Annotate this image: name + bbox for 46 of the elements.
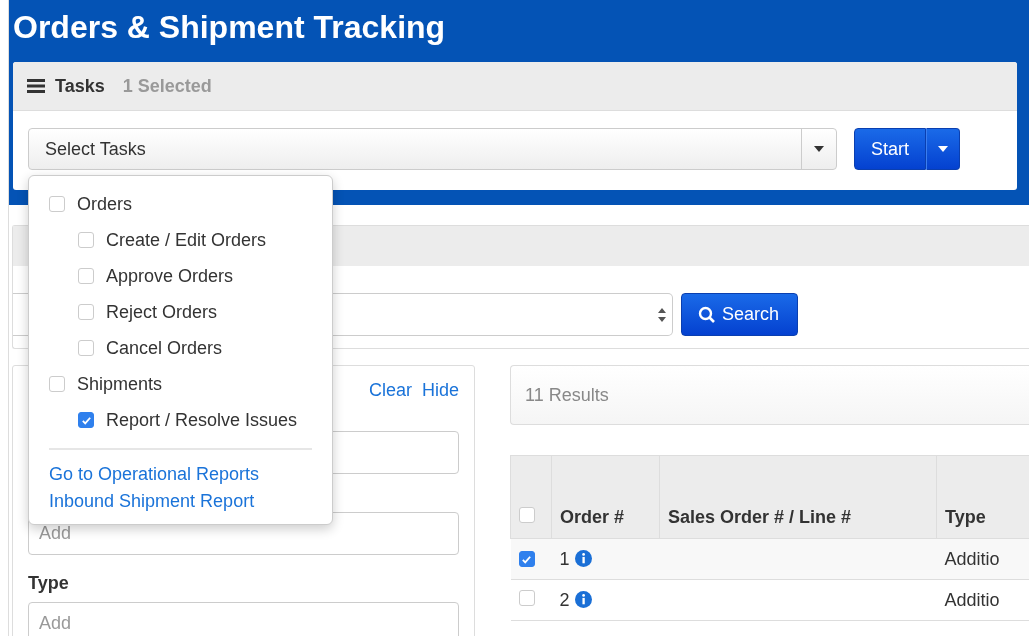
row-checkbox[interactable] (518, 551, 535, 567)
task-checkbox[interactable] (78, 304, 94, 320)
results-count: 11 Results (525, 384, 609, 406)
task-checkbox[interactable] (78, 268, 94, 284)
task-option[interactable]: Create / Edit Orders (106, 229, 267, 251)
task-option[interactable]: Orders (77, 193, 132, 215)
filter-action-link[interactable]: Hide (421, 380, 459, 401)
checkmark-icon (521, 553, 532, 565)
task-option[interactable]: Report / Resolve Issues (106, 409, 298, 431)
start-menu-button[interactable] (926, 128, 960, 170)
info-icon[interactable] (574, 549, 592, 567)
search-icon (698, 305, 716, 324)
page-title: Orders & Shipment Tracking (13, 8, 447, 46)
order-number: 2 (559, 589, 570, 610)
task-select[interactable]: Select Tasks (28, 128, 837, 170)
task-option[interactable]: Reject Orders (106, 301, 218, 323)
tasks-title: Tasks (55, 75, 105, 97)
table-cell: Additio (936, 579, 1029, 621)
table-header-cell: Order # (551, 455, 660, 539)
select-all-checkbox[interactable] (519, 507, 535, 523)
table-header-cell: Sales Order # / Line # (659, 455, 937, 539)
task-checkbox[interactable] (49, 376, 65, 392)
start-button[interactable]: Start (854, 128, 926, 170)
task-option[interactable]: Shipments (77, 373, 163, 395)
input-field[interactable]: Add (28, 602, 459, 636)
field-label: Type (28, 573, 70, 594)
sort-icon (658, 306, 666, 323)
task-checkbox[interactable] (78, 412, 94, 428)
report-link[interactable]: Go to Operational Reports (49, 464, 332, 485)
table-cell: Additio (936, 538, 1029, 580)
filter-action-link[interactable]: Clear (368, 380, 412, 401)
checkmark-icon (80, 414, 92, 426)
table-header-cell: Type (936, 455, 1029, 539)
task-checkbox[interactable] (78, 232, 94, 248)
search-button[interactable]: Search (681, 293, 799, 336)
row-checkbox[interactable] (518, 589, 535, 606)
task-checkbox[interactable] (49, 196, 65, 212)
report-link[interactable]: Inbound Shipment Report (49, 491, 332, 512)
selected-count: 1 Selected (122, 75, 212, 97)
list-icon (27, 79, 45, 93)
caret-icon (938, 146, 948, 152)
task-option[interactable]: Approve Orders (106, 265, 234, 287)
info-icon[interactable] (574, 590, 592, 608)
task-option[interactable]: Cancel Orders (106, 337, 223, 359)
order-number: 1 (559, 548, 570, 569)
task-checkbox[interactable] (78, 340, 94, 356)
